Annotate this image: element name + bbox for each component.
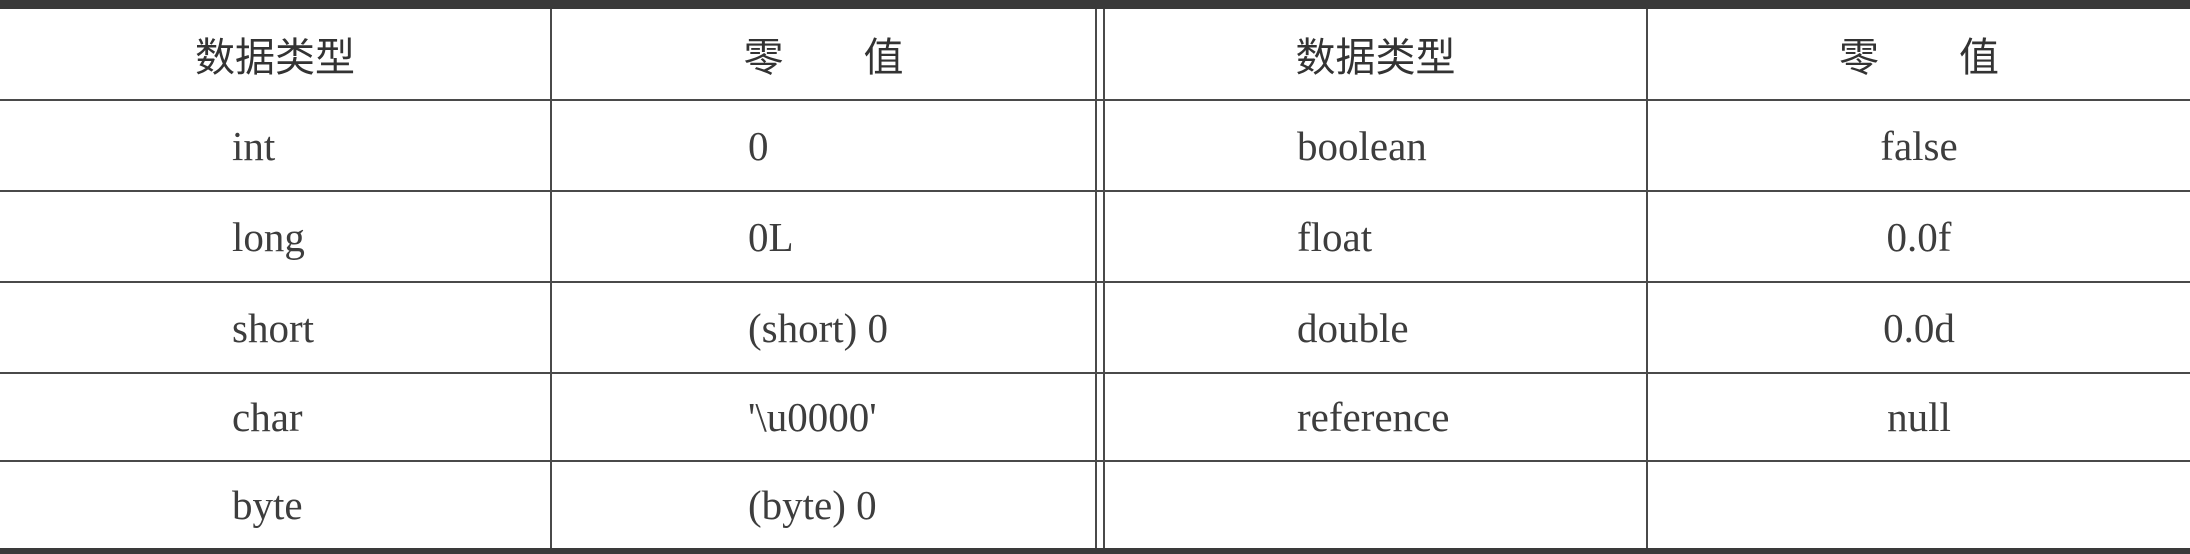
zero-value-table: 数据类型 零 值 数据类型 零 值 int 0 boolean false lo… xyxy=(0,0,2190,554)
cell-zero-value xyxy=(1648,462,2190,548)
cell-zero-value: null xyxy=(1887,394,1951,440)
header-zero-value-right: 零 值 xyxy=(1839,35,1999,81)
cell-zero-value: 0.0d xyxy=(1883,304,1955,351)
column-divider-double xyxy=(1095,9,1097,548)
cell-type: byte xyxy=(232,482,303,528)
cell-zero-value: 0.0f xyxy=(1886,213,1952,260)
cell-zero-value: '\u0000' xyxy=(748,394,877,440)
cell-zero-value: (short) 0 xyxy=(748,304,889,351)
cell-zero-value: (byte) 0 xyxy=(748,482,877,528)
cell-type: boolean xyxy=(1297,122,1427,169)
header-data-type-left: 数据类型 xyxy=(195,35,355,81)
header-zero-value-left: 零 值 xyxy=(743,35,904,81)
cell-type: int xyxy=(232,122,276,169)
cell-zero-value: 0 xyxy=(748,122,769,169)
table-top-rule xyxy=(0,0,2190,9)
cell-type: char xyxy=(232,394,303,440)
cell-type: reference xyxy=(1297,394,1450,440)
cell-type: float xyxy=(1297,213,1373,260)
cell-type xyxy=(1297,462,1646,548)
cell-zero-value: 0L xyxy=(748,213,794,260)
cell-zero-value: false xyxy=(1880,122,1958,169)
header-data-type-right: 数据类型 xyxy=(1295,35,1456,81)
cell-type: long xyxy=(232,213,305,260)
cell-type: double xyxy=(1297,304,1409,351)
table-bottom-rule xyxy=(0,548,2190,554)
cell-type: short xyxy=(232,304,314,351)
